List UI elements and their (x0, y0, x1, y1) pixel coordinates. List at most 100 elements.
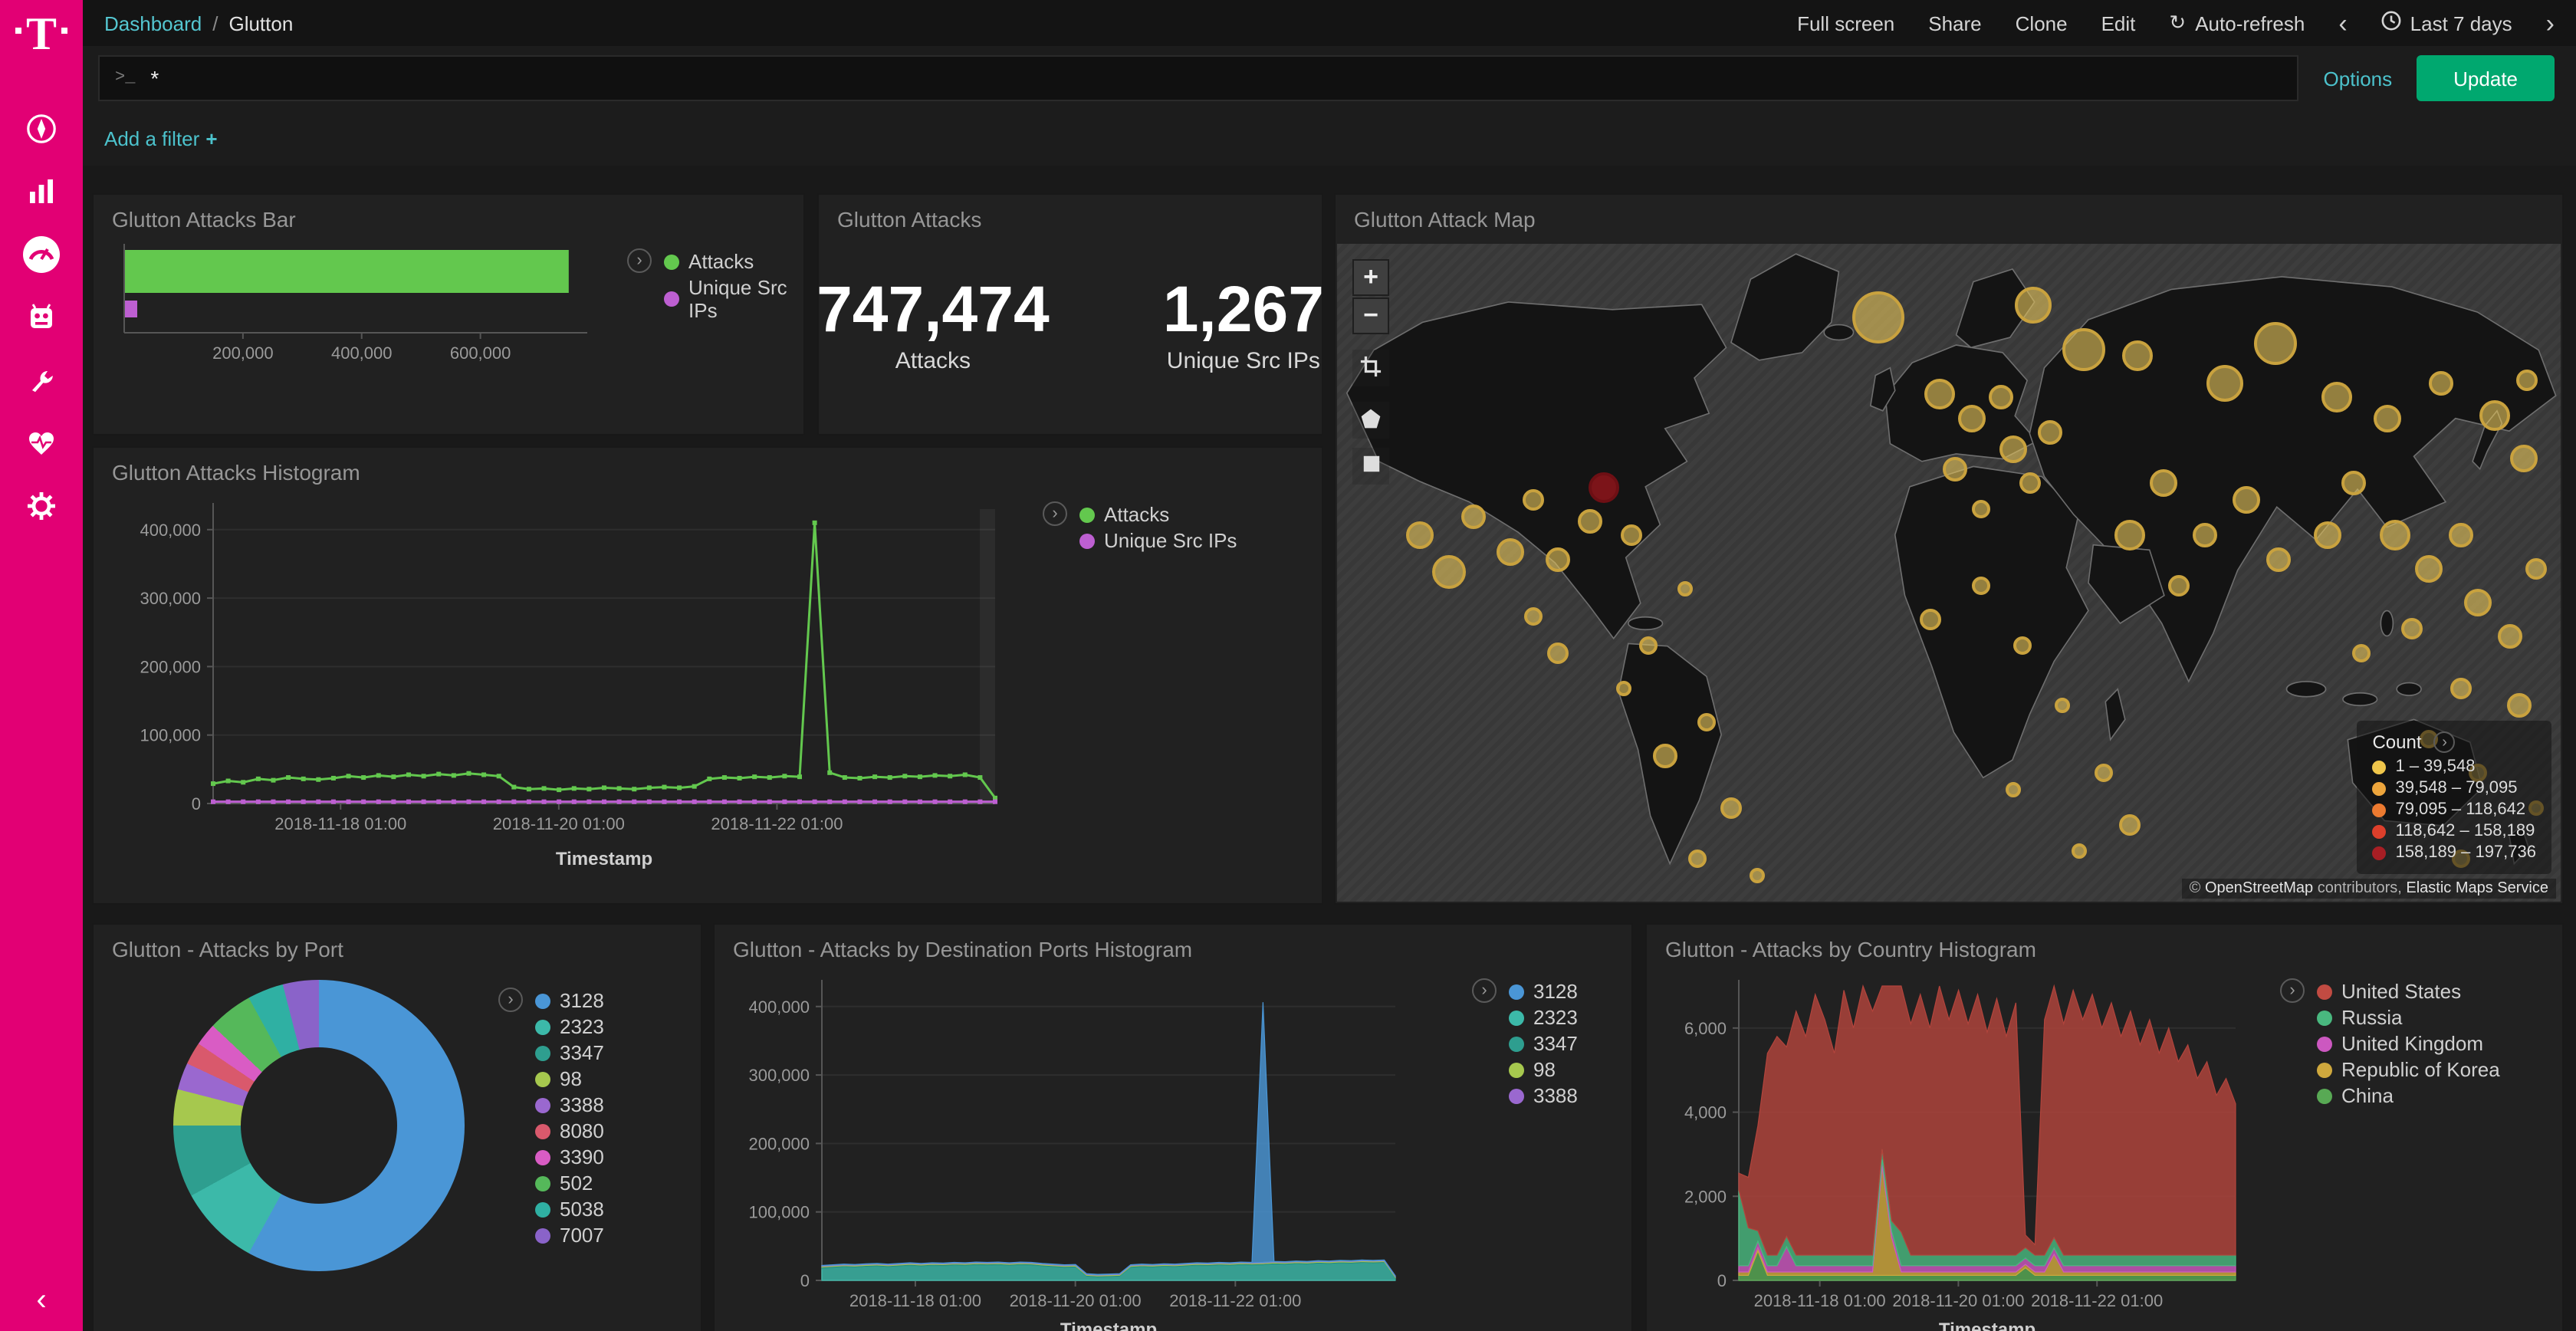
attack-bubble (2374, 404, 2402, 432)
legend-item[interactable]: Unique Src IPs (664, 276, 791, 322)
attack-bubble (2463, 589, 2491, 616)
svg-text:2018-11-18 01:00: 2018-11-18 01:00 (1754, 1291, 1886, 1310)
legend-color-dot (535, 1123, 550, 1139)
legend-toggle[interactable]: › (1472, 978, 1497, 1003)
legend-toggle[interactable]: › (2434, 731, 2456, 753)
rectangle-tool-button[interactable] (1352, 448, 1389, 485)
auto-refresh-button[interactable]: ↻ Auto-refresh (2169, 11, 2305, 35)
dest-ports-histogram-chart[interactable]: 0100,000200,000300,000400,0002018-11-18 … (721, 968, 1472, 1331)
port-donut-chart[interactable] (173, 980, 465, 1271)
legend-label: 2323 (1533, 1006, 1578, 1029)
legend-color-dot (2372, 760, 2386, 774)
dest-ports-legend: › 3128 2323 3347 98 3388 (1472, 968, 1619, 1331)
time-range-picker[interactable]: Last 7 days (2381, 11, 2512, 35)
attack-bubble (1622, 524, 1643, 545)
attack-bubble (1497, 538, 1525, 566)
attack-bubble (1971, 576, 1990, 594)
zoom-in-button[interactable]: + (1352, 259, 1389, 296)
update-button[interactable]: Update (2417, 55, 2555, 101)
legend-color-dot (1509, 1010, 1524, 1025)
legend-label: 5038 (560, 1198, 604, 1221)
svg-text:6,000: 6,000 (1684, 1019, 1727, 1038)
add-filter-button[interactable]: Add a filter+ (104, 127, 218, 150)
sidebar-item-visualize[interactable] (20, 173, 63, 216)
sidebar-item-monitoring-creature[interactable] (20, 299, 63, 342)
breadcrumb-dashboard-link[interactable]: Dashboard (104, 12, 202, 35)
legend-item[interactable]: United States (2317, 980, 2500, 1003)
legend-item[interactable]: Russia (2317, 1006, 2500, 1029)
openstreetmap-link[interactable]: OpenStreetMap (2205, 880, 2313, 897)
attack-bubble (2119, 814, 2141, 836)
search-query-input[interactable]: >_ * (98, 55, 2299, 101)
attacks-metric[interactable]: 747,474 Attacks 1,267 Unique Src IPs (819, 274, 1322, 374)
legend-item[interactable]: 8080 (535, 1119, 604, 1142)
metric-value: 1,267 (1163, 274, 1323, 345)
zoom-out-button[interactable]: − (1352, 297, 1389, 334)
legend-item[interactable]: 3128 (1509, 980, 1578, 1003)
attacks-histogram-chart[interactable]: 0100,000200,000300,000400,0002018-11-18 … (100, 491, 1043, 882)
legend-item[interactable]: 502 (535, 1172, 604, 1195)
sidebar-item-tools[interactable] (20, 362, 63, 405)
attack-bubble (1988, 386, 2013, 410)
legend-item[interactable]: Republic of Korea (2317, 1058, 2500, 1081)
legend-item[interactable]: 2323 (1509, 1006, 1578, 1029)
legend-toggle[interactable]: › (627, 248, 652, 273)
legend-color-dot (2317, 1036, 2332, 1051)
attack-bubble (1920, 609, 1941, 630)
legend-item[interactable]: Unique Src IPs (1079, 529, 1237, 552)
compass-icon (25, 111, 58, 153)
legend-item[interactable]: China (2317, 1084, 2500, 1107)
country-histogram-chart[interactable]: 02,0004,0006,0002018-11-18 01:002018-11-… (1653, 968, 2280, 1331)
legend-item[interactable]: 2323 (535, 1015, 604, 1038)
attacks-bar-chart[interactable]: 200,000400,000600,000 (103, 238, 618, 405)
clone-button[interactable]: Clone (2016, 12, 2068, 35)
attack-bubble (1653, 744, 1677, 768)
elastic-maps-service-link[interactable]: Elastic Maps Service (2406, 880, 2548, 897)
panel-title: Glutton Attack Map (1336, 195, 2562, 235)
legend-item[interactable]: 5038 (535, 1198, 604, 1221)
legend-item[interactable]: 3128 (535, 989, 604, 1012)
legend-item[interactable]: Attacks (1079, 503, 1237, 526)
attack-bubble (1958, 404, 1986, 432)
legend-item[interactable]: United Kingdom (2317, 1032, 2500, 1055)
legend-toggle[interactable]: › (498, 988, 523, 1012)
legend-item[interactable]: 3388 (1509, 1084, 1578, 1107)
sidebar-item-dashboard[interactable] (20, 236, 63, 279)
full-screen-button[interactable]: Full screen (1797, 12, 1894, 35)
svg-text:300,000: 300,000 (140, 589, 201, 608)
share-button[interactable]: Share (1928, 12, 1981, 35)
attack-bubble (2038, 419, 2062, 444)
attack-map[interactable]: + − (1337, 244, 2561, 902)
legend-toggle[interactable]: › (2280, 978, 2305, 1003)
legend-item[interactable]: 3347 (535, 1041, 604, 1064)
query-options-link[interactable]: Options (2324, 67, 2393, 90)
legend-toggle[interactable]: › (1043, 501, 1067, 526)
attack-bubble (1523, 607, 1542, 626)
sidebar-item-settings[interactable] (20, 488, 63, 531)
legend-item[interactable]: 98 (1509, 1058, 1578, 1081)
sidebar-item-health[interactable] (20, 425, 63, 468)
sidebar-collapse-button[interactable]: ‹ (0, 1283, 83, 1319)
legend-item[interactable]: 3388 (535, 1093, 604, 1116)
edit-button[interactable]: Edit (2101, 12, 2136, 35)
legend-item[interactable]: 98 (535, 1067, 604, 1090)
legend-item[interactable]: 3347 (1509, 1032, 1578, 1055)
svg-text:600,000: 600,000 (450, 343, 511, 363)
sidebar-nav (20, 110, 63, 531)
sidebar-item-discover[interactable] (20, 110, 63, 153)
query-value: * (150, 66, 159, 90)
legend-item[interactable]: Attacks (664, 250, 791, 273)
legend-item[interactable]: 3390 (535, 1145, 604, 1168)
time-forward-button[interactable]: › (2546, 10, 2555, 36)
wrench-icon (25, 363, 58, 404)
legend-label: Attacks (688, 250, 754, 273)
legend-label: 3128 (1533, 980, 1578, 1003)
telekom-logo[interactable]: T (15, 12, 67, 74)
attack-bubble (2149, 469, 2177, 497)
legend-item[interactable]: 7007 (535, 1224, 604, 1247)
svg-text:2018-11-20 01:00: 2018-11-20 01:00 (1010, 1291, 1142, 1310)
polygon-tool-button[interactable] (1352, 402, 1389, 439)
time-back-button[interactable]: ‹ (2338, 10, 2347, 36)
attack-bubble (1589, 472, 1619, 503)
crop-tool-button[interactable] (1352, 350, 1389, 386)
